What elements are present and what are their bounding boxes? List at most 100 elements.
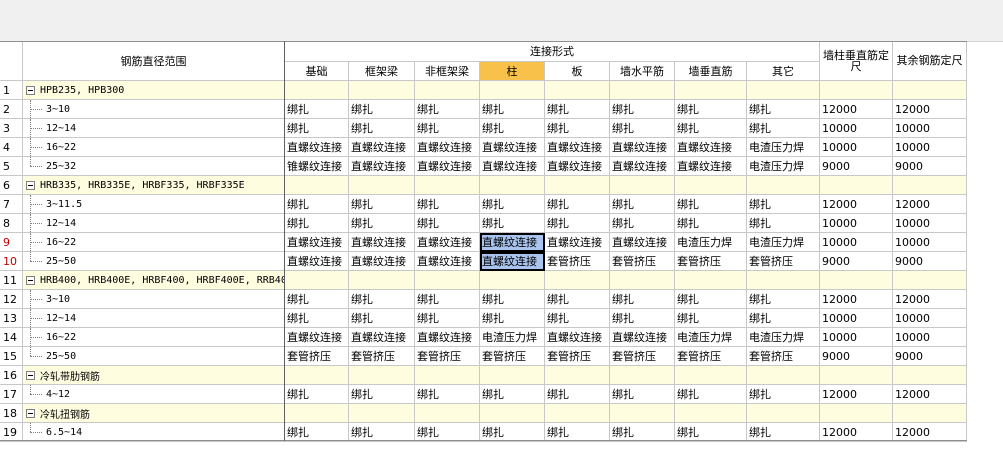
row-number[interactable]: 17 — [0, 385, 23, 404]
collapse-toggle-icon[interactable] — [26, 85, 35, 95]
connection-cell[interactable]: 绑扎 — [610, 290, 675, 309]
connection-cell[interactable]: 绑扎 — [415, 119, 480, 138]
connection-cell[interactable]: 套管挤压 — [675, 252, 747, 271]
connection-cell[interactable]: 绑扎 — [285, 195, 349, 214]
range-cell[interactable]: 16~22 — [23, 138, 285, 157]
row-number[interactable]: 8 — [0, 214, 23, 233]
range-cell[interactable]: 12~14 — [23, 119, 285, 138]
header-col-6[interactable]: 墙垂直筋 — [675, 62, 747, 81]
connection-cell[interactable]: 直螺纹连接 — [545, 138, 610, 157]
connection-cell[interactable]: 绑扎 — [480, 290, 545, 309]
connection-cell[interactable]: 绑扎 — [675, 214, 747, 233]
length-cell[interactable]: 12000 — [820, 195, 893, 214]
connection-cell[interactable]: 绑扎 — [545, 423, 610, 442]
header-other-length[interactable]: 其余钢筋定尺 — [893, 41, 967, 81]
connection-cell[interactable]: 直螺纹连接 — [349, 157, 415, 176]
header-col-7[interactable]: 其它 — [747, 62, 820, 81]
connection-cell[interactable]: 直螺纹连接 — [545, 157, 610, 176]
connection-cell[interactable]: 直螺纹连接 — [610, 157, 675, 176]
row-number[interactable]: 6 — [0, 176, 23, 195]
length-cell[interactable]: 10000 — [893, 328, 967, 347]
length-cell[interactable]: 10000 — [893, 214, 967, 233]
length-cell[interactable]: 10000 — [893, 309, 967, 328]
connection-cell[interactable]: 绑扎 — [675, 309, 747, 328]
header-col-2[interactable]: 非框架梁 — [415, 62, 480, 81]
connection-cell[interactable]: 直螺纹连接 — [349, 138, 415, 157]
connection-cell[interactable]: 电渣压力焊 — [747, 157, 820, 176]
row-number[interactable]: 5 — [0, 157, 23, 176]
connection-cell[interactable]: 直螺纹连接 — [415, 252, 480, 271]
connection-cell[interactable]: 套管挤压 — [480, 347, 545, 366]
connection-cell[interactable]: 绑扎 — [545, 100, 610, 119]
range-cell[interactable]: 3~11.5 — [23, 195, 285, 214]
connection-cell[interactable]: 直螺纹连接 — [415, 328, 480, 347]
length-cell[interactable]: 12000 — [893, 385, 967, 404]
connection-cell[interactable]: 绑扎 — [480, 119, 545, 138]
length-cell[interactable]: 10000 — [820, 119, 893, 138]
range-cell[interactable]: 25~32 — [23, 157, 285, 176]
row-number[interactable]: 16 — [0, 366, 23, 385]
length-cell[interactable]: 10000 — [820, 328, 893, 347]
row-number[interactable]: 11 — [0, 271, 23, 290]
connection-cell[interactable]: 绑扎 — [349, 100, 415, 119]
connection-cell[interactable]: 绑扎 — [675, 100, 747, 119]
header-col-0[interactable]: 基础 — [285, 62, 349, 81]
connection-cell[interactable]: 绑扎 — [675, 423, 747, 442]
header-col-5[interactable]: 墙水平筋 — [610, 62, 675, 81]
connection-cell[interactable]: 绑扎 — [415, 423, 480, 442]
connection-cell[interactable]: 绑扎 — [349, 195, 415, 214]
connection-cell[interactable]: 绑扎 — [747, 385, 820, 404]
connection-cell[interactable]: 锥螺纹连接 — [285, 157, 349, 176]
row-number[interactable]: 13 — [0, 309, 23, 328]
connection-cell[interactable]: 绑扎 — [610, 195, 675, 214]
connection-cell[interactable]: 套管挤压 — [610, 252, 675, 271]
length-cell[interactable]: 12000 — [820, 290, 893, 309]
length-cell[interactable]: 9000 — [893, 252, 967, 271]
length-cell[interactable]: 9000 — [820, 157, 893, 176]
group-row-name[interactable]: 冷轧扭钢筋 — [23, 404, 285, 423]
row-number[interactable]: 14 — [0, 328, 23, 347]
connection-cell[interactable]: 绑扎 — [285, 290, 349, 309]
connection-cell[interactable]: 绑扎 — [675, 119, 747, 138]
length-cell[interactable]: 12000 — [893, 423, 967, 442]
connection-cell[interactable]: 绑扎 — [415, 385, 480, 404]
group-row-name[interactable]: HRB400, HRB400E, HRBF400, HRBF400E, RRB4… — [23, 271, 285, 290]
connection-cell[interactable]: 绑扎 — [415, 290, 480, 309]
range-cell[interactable]: 25~50 — [23, 347, 285, 366]
connection-cell[interactable]: 套管挤压 — [285, 347, 349, 366]
connection-cell[interactable]: 绑扎 — [545, 385, 610, 404]
connection-cell[interactable]: 绑扎 — [415, 214, 480, 233]
connection-cell[interactable]: 绑扎 — [610, 385, 675, 404]
connection-cell[interactable]: 直螺纹连接 — [675, 157, 747, 176]
connection-cell[interactable]: 套管挤压 — [675, 347, 747, 366]
length-cell[interactable]: 12000 — [820, 100, 893, 119]
collapse-toggle-icon[interactable] — [26, 180, 35, 190]
collapse-toggle-icon[interactable] — [26, 370, 35, 380]
connection-cell[interactable]: 绑扎 — [349, 214, 415, 233]
length-cell[interactable]: 12000 — [893, 195, 967, 214]
connection-cell[interactable]: 绑扎 — [747, 423, 820, 442]
connection-cell[interactable]: 绑扎 — [349, 119, 415, 138]
row-number[interactable]: 18 — [0, 404, 23, 423]
connection-cell[interactable]: 直螺纹连接 — [285, 328, 349, 347]
range-cell[interactable]: 4~12 — [23, 385, 285, 404]
row-number[interactable]: 2 — [0, 100, 23, 119]
connection-cell[interactable]: 电渣压力焊 — [675, 328, 747, 347]
length-cell[interactable]: 10000 — [820, 233, 893, 252]
connection-cell[interactable]: 绑扎 — [545, 290, 610, 309]
row-number[interactable]: 4 — [0, 138, 23, 157]
header-col-4[interactable]: 板 — [545, 62, 610, 81]
connection-cell[interactable]: 直螺纹连接 — [610, 328, 675, 347]
connection-cell[interactable]: 电渣压力焊 — [675, 233, 747, 252]
connection-cell[interactable]: 绑扎 — [747, 214, 820, 233]
length-cell[interactable]: 9000 — [820, 347, 893, 366]
range-cell[interactable]: 16~22 — [23, 233, 285, 252]
row-number[interactable]: 19 — [0, 423, 23, 442]
connection-cell[interactable]: 电渣压力焊 — [747, 233, 820, 252]
connection-cell[interactable]: 绑扎 — [545, 119, 610, 138]
group-row-name[interactable]: 冷轧带肋钢筋 — [23, 366, 285, 385]
length-cell[interactable]: 9000 — [893, 347, 967, 366]
connection-cell[interactable]: 直螺纹连接 — [285, 233, 349, 252]
connection-cell[interactable]: 绑扎 — [675, 195, 747, 214]
row-number[interactable]: 1 — [0, 81, 23, 100]
